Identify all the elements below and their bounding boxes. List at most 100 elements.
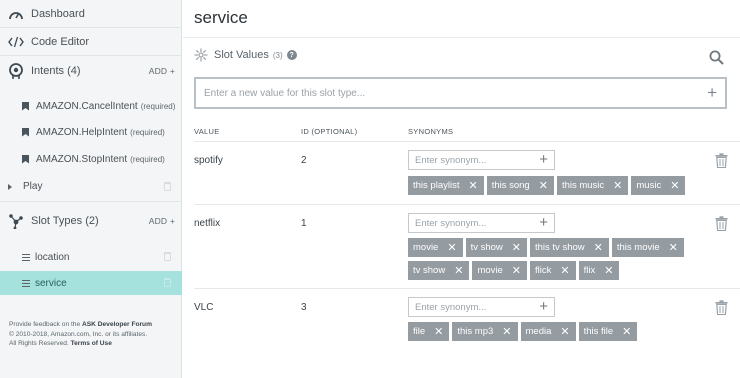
slot-value[interactable]: VLC <box>194 302 213 313</box>
sidebar-item-stop-intent[interactable]: AMAZON.StopIntent (required) <box>0 146 182 172</box>
code-icon <box>7 33 25 51</box>
terms-link[interactable]: Terms of Use <box>71 340 112 347</box>
sidebar-item-help-intent[interactable]: AMAZON.HelpIntent (required) <box>0 119 182 145</box>
required-tag: (required) <box>130 127 165 137</box>
synonym-tag: movie ✕ <box>472 261 527 280</box>
close-icon[interactable]: ✕ <box>512 265 521 276</box>
intents-icon <box>7 62 25 80</box>
sidebar-item-cancel-intent[interactable]: AMAZON.CancelIntent (required) <box>0 93 182 119</box>
list-icon <box>22 279 30 287</box>
sidebar-footer: Provide feedback on the ASK Developer Fo… <box>9 321 152 347</box>
new-slot-value-input[interactable]: Enter a new value for this slot type... … <box>194 77 727 109</box>
divider <box>194 288 740 289</box>
add-synonym-icon[interactable]: + <box>539 152 548 168</box>
trash-icon[interactable] <box>715 300 728 320</box>
section-label: Slot Types (2) <box>31 215 99 227</box>
slot-values-icon <box>194 48 208 62</box>
slot-id[interactable]: 3 <box>301 302 307 313</box>
synonym-tag: this tv show ✕ <box>530 238 609 257</box>
synonym-input[interactable]: Enter synonym... + <box>408 150 555 170</box>
trash-icon[interactable] <box>164 182 171 191</box>
caret-right-icon[interactable] <box>8 183 12 190</box>
synonym-tag: this file ✕ <box>578 322 638 341</box>
column-header-id: ID (OPTIONAL) <box>301 127 358 136</box>
synonym-tag: this song ✕ <box>486 176 554 195</box>
gauge-icon <box>7 5 25 23</box>
synonym-tags: file ✕ this mp3 ✕ media ✕ this file ✕ <box>408 322 698 341</box>
sidebar-item-service[interactable]: service <box>0 271 182 295</box>
synonym-input[interactable]: Enter synonym... + <box>408 297 555 317</box>
close-icon[interactable]: ✕ <box>594 242 603 253</box>
column-header-value: VALUE <box>194 127 220 136</box>
intent-label: AMAZON.StopIntent <box>36 153 128 165</box>
intent-label: AMAZON.HelpIntent <box>36 126 128 138</box>
close-icon[interactable]: ✕ <box>468 180 477 191</box>
close-icon[interactable]: ✕ <box>560 265 569 276</box>
section-label: Intents (4) <box>31 65 81 77</box>
page-title: service <box>194 8 248 27</box>
trash-icon[interactable] <box>715 216 728 236</box>
main-panel: service Slot Values (3) ? Enter a new va… <box>183 0 740 378</box>
required-tag: (required) <box>130 154 165 164</box>
sidebar-item-label: Dashboard <box>31 7 85 20</box>
close-icon[interactable]: ✕ <box>560 326 569 337</box>
synonym-tag: file ✕ <box>408 322 450 341</box>
close-icon[interactable]: ✕ <box>454 265 463 276</box>
slot-values-label: Slot Values <box>214 49 269 61</box>
sidebar-section-slot-types[interactable]: Slot Types (2) ADD + <box>0 206 182 236</box>
required-tag: (required) <box>140 101 176 111</box>
close-icon[interactable]: ✕ <box>669 242 678 253</box>
slot-id[interactable]: 2 <box>301 155 307 166</box>
sidebar-item-play[interactable]: Play <box>0 172 182 202</box>
add-slot-type-button[interactable]: ADD + <box>149 216 175 226</box>
synonym-tag: this movie ✕ <box>611 238 684 257</box>
synonym-tags: movie ✕ tv show ✕ this tv show ✕ this movie… <box>408 238 698 280</box>
bookmark-icon <box>22 128 29 137</box>
slot-type-label: location <box>35 251 70 263</box>
close-icon[interactable]: ✕ <box>670 180 679 191</box>
divider <box>194 141 740 142</box>
help-icon[interactable]: ? <box>286 50 297 60</box>
close-icon[interactable]: ✕ <box>539 180 548 191</box>
forum-link[interactable]: ASK Developer Forum <box>82 321 152 328</box>
search-icon[interactable] <box>709 50 724 70</box>
sidebar-section-intents[interactable]: Intents (4) ADD + <box>0 56 182 86</box>
synonym-tag: flick ✕ <box>530 261 576 280</box>
list-icon <box>22 253 30 261</box>
slot-types-icon <box>7 212 25 230</box>
close-icon[interactable]: ✕ <box>512 242 521 253</box>
close-icon[interactable]: ✕ <box>434 326 443 337</box>
synonym-tag: this mp3 ✕ <box>452 322 518 341</box>
bookmark-icon <box>22 102 29 111</box>
close-icon[interactable]: ✕ <box>447 242 456 253</box>
close-icon[interactable]: ✕ <box>622 326 631 337</box>
sidebar-item-dashboard[interactable]: Dashboard <box>0 0 182 28</box>
synonym-tag: movie ✕ <box>408 238 463 257</box>
new-slot-value-placeholder: Enter a new value for this slot type... <box>204 87 366 99</box>
synonym-tag: music ✕ <box>631 176 686 195</box>
divider <box>183 37 740 38</box>
sidebar-item-location[interactable]: location <box>0 244 182 270</box>
trash-icon[interactable] <box>164 278 171 287</box>
slot-value[interactable]: netflix <box>194 218 220 229</box>
add-synonym-icon[interactable]: + <box>539 299 548 315</box>
sidebar-item-code-editor[interactable]: Code Editor <box>0 28 182 56</box>
trash-icon[interactable] <box>164 252 171 261</box>
close-icon[interactable]: ✕ <box>604 265 613 276</box>
close-icon[interactable]: ✕ <box>502 326 511 337</box>
intent-label: AMAZON.CancelIntent <box>36 100 138 112</box>
add-synonym-icon[interactable]: + <box>539 215 548 231</box>
divider <box>194 204 740 205</box>
slot-type-label: service <box>35 277 67 289</box>
synonym-tag: this playlist ✕ <box>408 176 484 195</box>
add-intent-button[interactable]: ADD + <box>149 66 175 76</box>
add-value-icon[interactable]: + <box>707 84 717 101</box>
column-header-synonyms: SYNONYMS <box>408 127 454 136</box>
synonym-tag: tv show ✕ <box>465 238 527 257</box>
close-icon[interactable]: ✕ <box>613 180 622 191</box>
slot-id[interactable]: 1 <box>301 218 307 229</box>
intent-label: Play <box>23 181 43 192</box>
trash-icon[interactable] <box>715 153 728 173</box>
synonym-input[interactable]: Enter synonym... + <box>408 213 555 233</box>
slot-value[interactable]: spotify <box>194 155 223 166</box>
